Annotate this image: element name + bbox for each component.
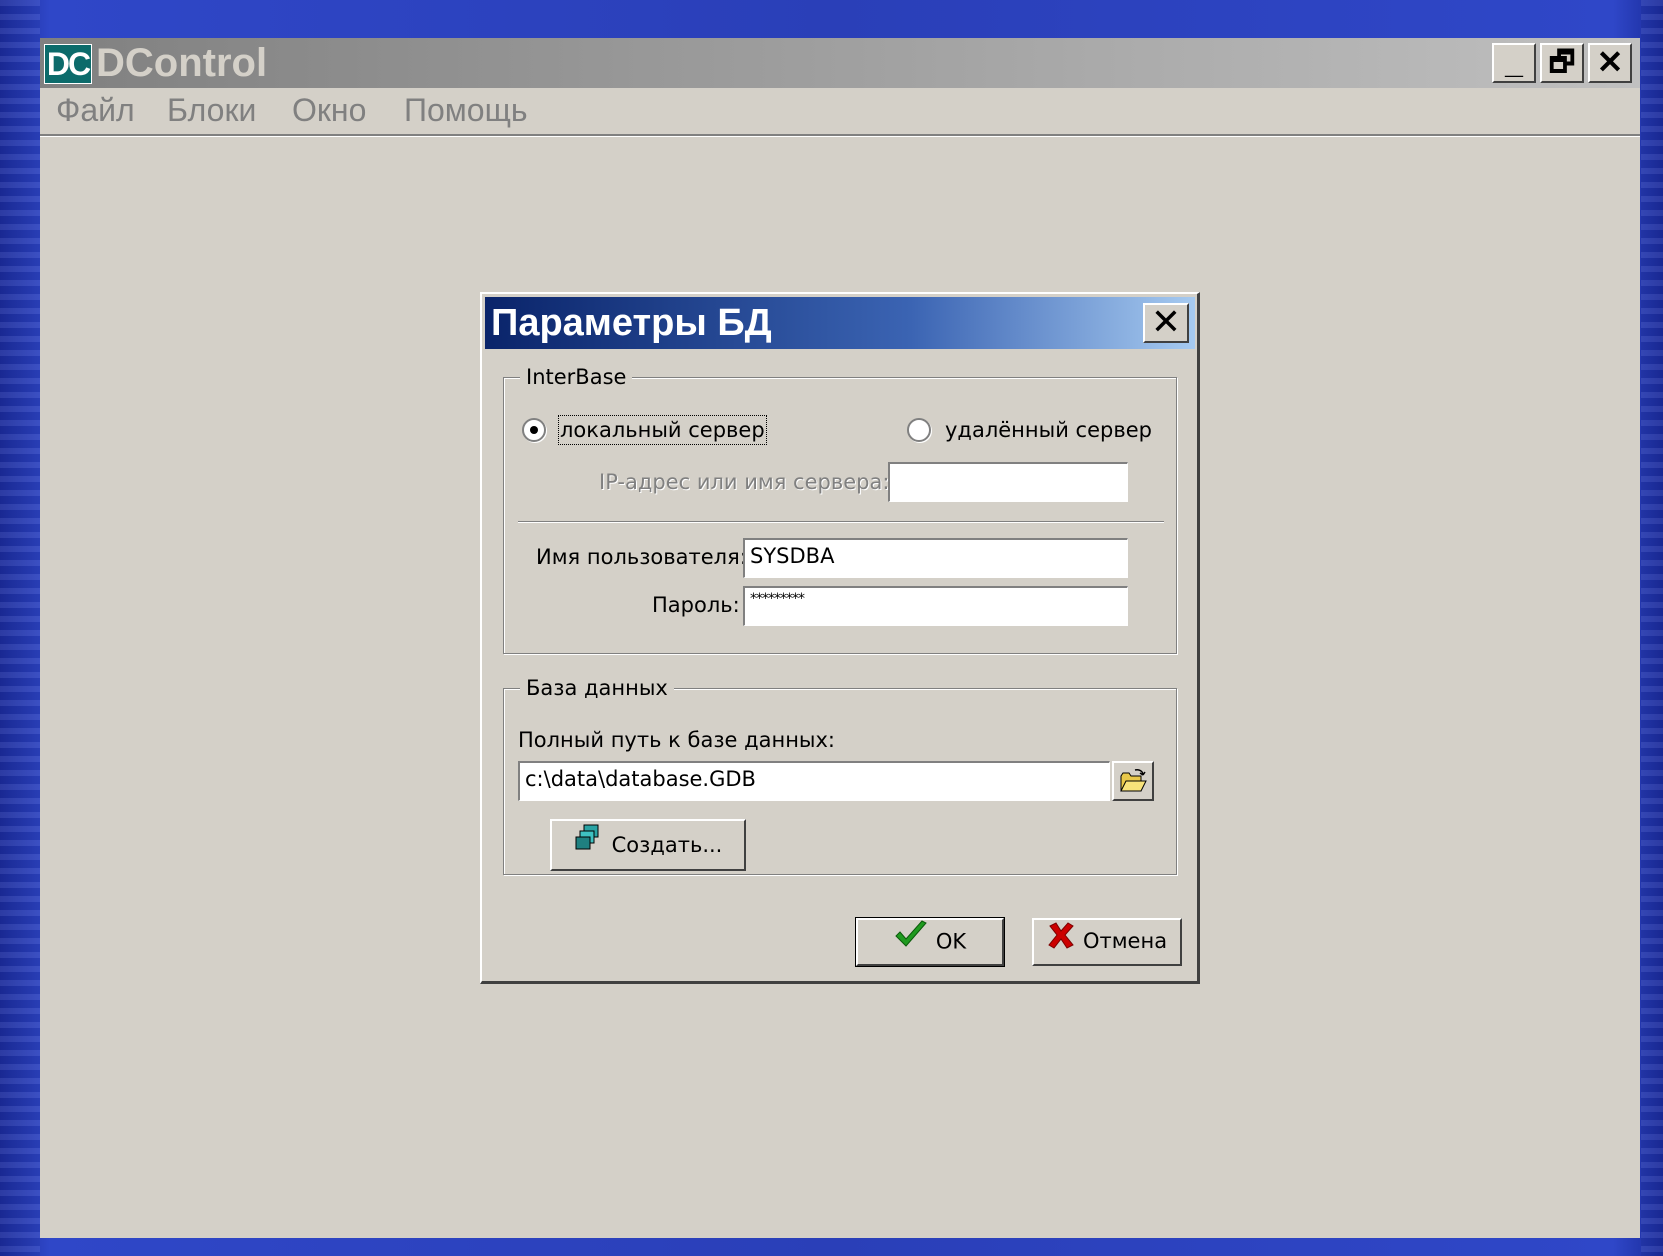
database-group: База данных Полный путь к базе данных: c… — [503, 675, 1177, 875]
menu-bar: Файл Блоки Окно Помощь — [40, 88, 1640, 132]
desktop-stripe-right — [1641, 0, 1663, 1256]
group-separator — [518, 521, 1164, 522]
ok-label: OK — [935, 929, 967, 954]
restore-button[interactable]: 🗗 — [1540, 43, 1584, 83]
radio-selected-dot — [530, 426, 538, 434]
open-folder-icon — [1120, 769, 1147, 792]
create-db-label: Создать... — [611, 833, 723, 857]
db-params-dialog: Параметры БД ✕ InterBase локальный серве… — [480, 292, 1200, 984]
radio-remote-server[interactable] — [907, 418, 931, 442]
browse-button[interactable] — [1112, 761, 1154, 801]
database-create-icon — [574, 822, 604, 868]
db-path-label: Полный путь к базе данных: — [518, 728, 836, 752]
ok-button[interactable]: OK — [855, 917, 1005, 967]
checkmark-icon — [894, 920, 928, 963]
ip-address-field[interactable] — [888, 462, 1128, 502]
create-db-button[interactable]: Создать... — [550, 819, 746, 871]
menu-file[interactable]: Файл — [56, 90, 135, 130]
app-logo: DC — [44, 44, 92, 84]
local-server-label[interactable]: локальный сервер — [558, 415, 767, 445]
db-path-field[interactable]: c:\data\database.GDB — [518, 761, 1110, 801]
cancel-button[interactable]: Отмена — [1032, 918, 1182, 966]
remote-server-label[interactable]: удалённый сервер — [945, 417, 1152, 443]
main-titlebar[interactable]: DC DControl _ 🗗 ✕ — [40, 38, 1640, 88]
cancel-label: Отмена — [1082, 929, 1168, 953]
menu-window[interactable]: Окно — [292, 90, 366, 130]
database-legend: База данных — [520, 675, 674, 701]
dialog-close-button[interactable]: ✕ — [1143, 303, 1189, 343]
radio-local-server[interactable] — [522, 418, 546, 442]
red-x-icon — [1047, 921, 1075, 962]
dialog-title: Параметры БД — [491, 302, 772, 344]
password-label: Пароль: — [652, 593, 740, 617]
minimize-button[interactable]: _ — [1492, 43, 1536, 83]
interbase-legend: InterBase — [520, 364, 633, 390]
menu-separator-highlight — [40, 136, 1640, 137]
menu-help[interactable]: Помощь — [404, 90, 528, 130]
close-button[interactable]: ✕ — [1588, 43, 1632, 83]
username-field[interactable]: SYSDBA — [743, 538, 1128, 578]
menu-blocks[interactable]: Блоки — [167, 90, 256, 130]
desktop-stripe-left — [0, 0, 40, 1256]
ip-address-label: IP-адрес или имя сервера: — [599, 470, 890, 494]
password-field[interactable]: ********* — [743, 586, 1128, 626]
interbase-group: InterBase локальный сервер удалённый сер… — [503, 364, 1177, 654]
username-label: Имя пользователя: — [536, 545, 747, 569]
app-title: DControl — [96, 41, 268, 85]
dialog-titlebar[interactable]: Параметры БД ✕ — [485, 297, 1195, 349]
